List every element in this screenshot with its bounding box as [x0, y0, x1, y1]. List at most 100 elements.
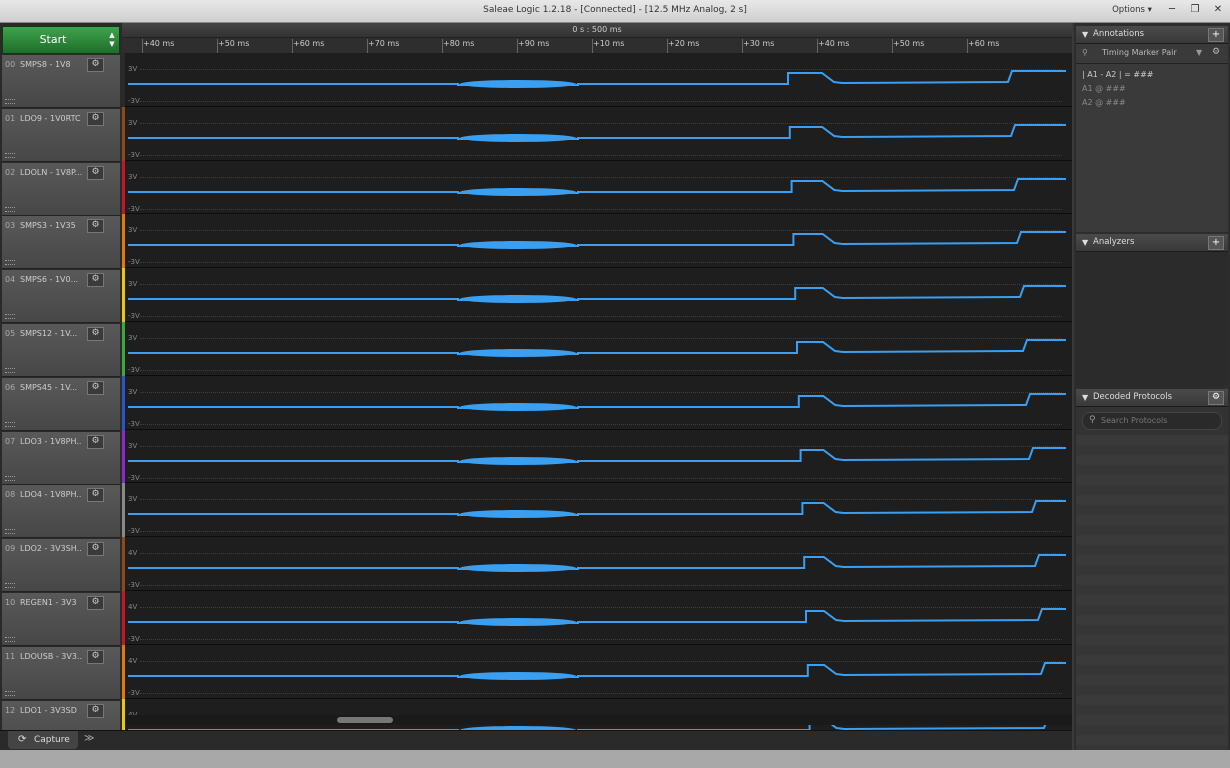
channel-track[interactable]: 3V -3V [122, 375, 1072, 430]
channel-gear-icon[interactable]: ⚙ [87, 273, 104, 288]
channel-track[interactable]: 4V -3V [122, 644, 1072, 699]
channel-gear-icon[interactable]: ⚙ [87, 111, 104, 126]
channel-label[interactable]: 03 SMPS3 - 1V35 ⚙ [2, 216, 120, 270]
collapse-triangle-icon[interactable]: ▼ [1082, 234, 1088, 251]
more-tabs-icon[interactable]: ≫ [84, 733, 94, 744]
drag-handle-icon[interactable] [5, 99, 15, 104]
channel-gear-icon[interactable]: ⚙ [87, 165, 104, 180]
collapse-triangle-icon[interactable]: ▼ [1082, 26, 1088, 43]
minimize-button[interactable]: ─ [1161, 2, 1183, 18]
close-button[interactable]: ✕ [1207, 2, 1229, 18]
drag-handle-icon[interactable] [5, 583, 15, 589]
channel-track[interactable]: 3V -3V [122, 268, 1072, 322]
drag-handle-icon[interactable] [5, 690, 15, 696]
tab-capture[interactable]: ⟳ Capture [8, 731, 78, 749]
collapse-triangle-icon[interactable]: ▼ [1082, 389, 1088, 406]
channel-label[interactable]: 00 SMPS8 - 1V8 ⚙ [2, 55, 120, 108]
timing-marker-row[interactable]: ⚲ Timing Marker Pair ▼ ⚙ [1076, 44, 1228, 64]
annotations-header[interactable]: ▼ Annotations + [1076, 26, 1228, 44]
window-title: Saleae Logic 1.2.18 - [Connected] - [12.… [483, 5, 747, 15]
noise-burst [460, 456, 576, 465]
drag-handle-icon[interactable] [5, 314, 15, 320]
decoded-settings-gear-icon[interactable]: ⚙ [1208, 391, 1224, 405]
channel-gear-icon[interactable]: ⚙ [87, 434, 104, 449]
channel-track[interactable]: 4V -3V [122, 591, 1072, 645]
decoded-protocols-header[interactable]: ▼ Decoded Protocols ⚙ [1076, 389, 1228, 407]
channel-label[interactable]: 10 REGEN1 - 3V3 ⚙ [2, 593, 120, 646]
channel-track[interactable]: 3V -3V [122, 106, 1072, 161]
ruler-tick-label: +20 ms [668, 39, 700, 48]
drag-handle-icon[interactable] [5, 368, 15, 373]
channel-name[interactable]: SMPS3 - 1V35 [20, 221, 82, 230]
noise-burst [460, 133, 576, 142]
drag-handle-icon[interactable] [5, 421, 15, 427]
analog-waveform [128, 661, 1066, 680]
analog-waveform [128, 231, 1066, 250]
channel-label[interactable]: 01 LDO9 - 1V0RTC ⚙ [2, 108, 120, 162]
channel-track[interactable]: 3V -3V [122, 160, 1072, 215]
channel-label[interactable]: 05 SMPS12 - 1V... ⚙ [2, 324, 120, 377]
channel-gear-icon[interactable]: ⚙ [87, 596, 104, 610]
channel-gear-icon[interactable]: ⚙ [87, 380, 104, 395]
channel-name[interactable]: LDO1 - 3V3SD [20, 706, 82, 715]
channel-gear-icon[interactable]: ⚙ [87, 327, 104, 341]
channel-track[interactable]: 3V -3V [122, 429, 1072, 484]
restore-button[interactable]: ❐ [1184, 2, 1206, 18]
channel-label[interactable]: 04 SMPS6 - 1V0... ⚙ [2, 270, 120, 324]
status-bar [0, 750, 1230, 768]
ruler-tick-label: +40 ms [143, 39, 175, 48]
horizontal-scrollbar[interactable] [125, 715, 1072, 725]
channel-label[interactable]: 09 LDO2 - 3V3SH... ⚙ [2, 539, 120, 593]
add-annotation-button[interactable]: + [1208, 28, 1224, 42]
analog-waveform [128, 123, 1066, 142]
start-options-arrows-icon[interactable]: ▲ ▼ [105, 31, 119, 51]
channel-label[interactable]: 06 SMPS45 - 1V... ⚙ [2, 377, 120, 431]
protocol-search-input[interactable]: ⚲ Search Protocols [1082, 412, 1222, 430]
drag-handle-icon[interactable] [5, 637, 15, 642]
marker-dropdown-icon[interactable]: ▼ [1196, 48, 1202, 57]
channel-gear-icon[interactable]: ⚙ [87, 58, 104, 72]
channel-gear-icon[interactable]: ⚙ [87, 703, 104, 718]
drag-handle-icon[interactable] [5, 475, 15, 481]
analog-waveform [128, 608, 1066, 626]
channel-label[interactable]: 07 LDO3 - 1V8PH... ⚙ [2, 431, 120, 485]
channel-name[interactable]: SMPS45 - 1V... [20, 383, 82, 392]
channel-gear-icon[interactable]: ⚙ [87, 219, 104, 234]
channel-name[interactable]: SMPS6 - 1V0... [20, 275, 82, 284]
channel-label[interactable]: 02 LDOLN - 1V8P... ⚙ [2, 162, 120, 216]
analog-waveform [128, 500, 1066, 519]
channel-name[interactable]: REGEN1 - 3V3 [20, 598, 82, 607]
waveform-area[interactable]: 0 s : 500 ms +40 ms +50 ms +60 ms +70 ms +80… [122, 23, 1072, 753]
channel-name[interactable]: LDO3 - 1V8PH... [20, 437, 82, 446]
channel-name[interactable]: LDOLN - 1V8P... [20, 168, 82, 177]
channel-gear-icon[interactable]: ⚙ [87, 488, 104, 503]
channel-track[interactable]: 3V -3V [122, 53, 1072, 107]
drag-handle-icon[interactable] [5, 152, 15, 158]
channel-track[interactable]: 3V -3V [122, 214, 1072, 269]
channel-gear-icon[interactable]: ⚙ [87, 649, 104, 664]
time-ruler[interactable]: 0 s : 500 ms +40 ms +50 ms +60 ms +70 ms +80… [122, 23, 1072, 53]
add-analyzer-button[interactable]: + [1208, 236, 1224, 250]
analyzers-header[interactable]: ▼ Analyzers + [1076, 234, 1228, 252]
channel-name[interactable]: LDO4 - 1V8PH... [20, 490, 82, 499]
waveform-path [128, 339, 1066, 355]
start-button[interactable]: Start ▲ ▼ [2, 26, 120, 54]
channel-gear-icon[interactable]: ⚙ [87, 542, 104, 557]
channel-label[interactable]: 11 LDOUSB - 3V3... ⚙ [2, 646, 120, 700]
drag-handle-icon[interactable] [5, 206, 15, 212]
channel-name[interactable]: LDO9 - 1V0RTC [20, 114, 82, 123]
channel-name[interactable]: SMPS12 - 1V... [20, 329, 82, 338]
options-menu-button[interactable]: Options ▾ [1106, 2, 1158, 19]
channel-label[interactable]: 08 LDO4 - 1V8PH... ⚙ [2, 485, 120, 539]
bottom-tab-bar: ⟳ Capture ≫ [0, 730, 1072, 751]
channel-track[interactable]: 3V -3V [122, 483, 1072, 538]
drag-handle-icon[interactable] [5, 529, 15, 535]
scrollbar-thumb[interactable] [337, 717, 393, 723]
channel-track[interactable]: 4V -3V [122, 537, 1072, 591]
channel-track[interactable]: 3V -3V [122, 322, 1072, 376]
channel-name[interactable]: LDO2 - 3V3SH... [20, 544, 82, 553]
drag-handle-icon[interactable] [5, 260, 15, 266]
channel-name[interactable]: LDOUSB - 3V3... [20, 652, 82, 661]
marker-gear-icon[interactable]: ⚙ [1212, 47, 1220, 57]
channel-name[interactable]: SMPS8 - 1V8 [20, 60, 82, 69]
